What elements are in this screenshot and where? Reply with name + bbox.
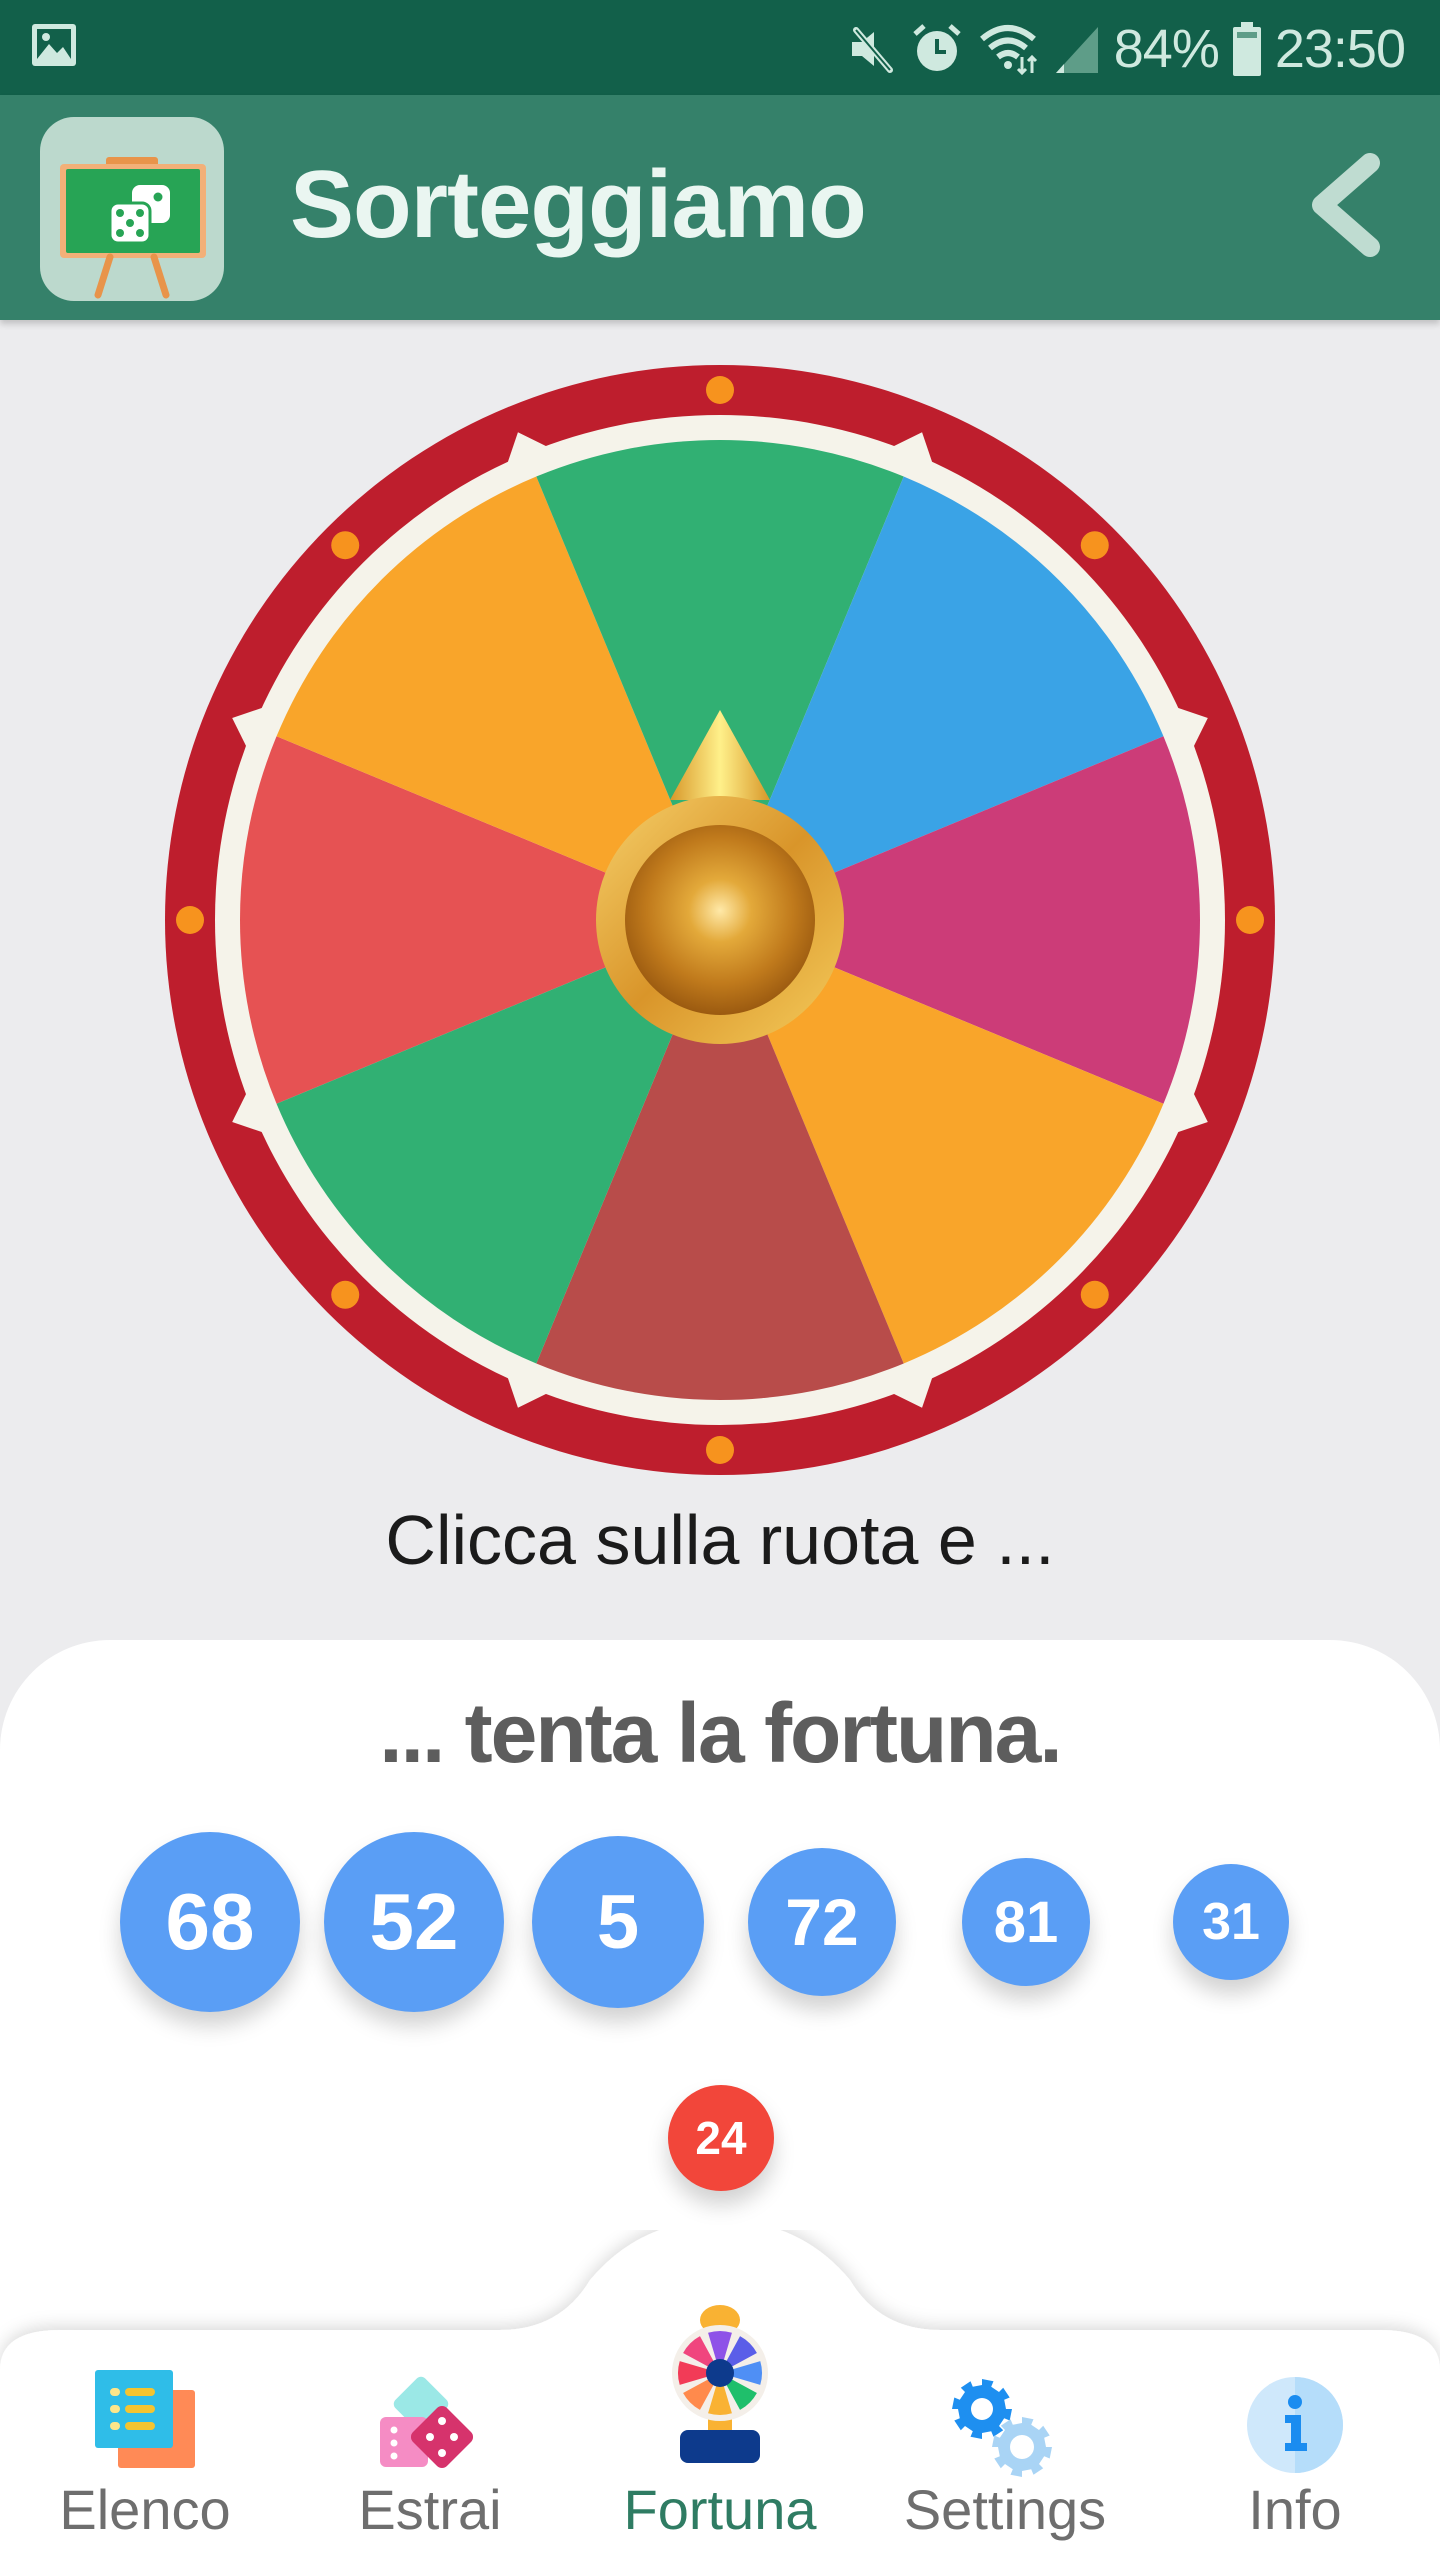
battery-percent: 84%	[1113, 19, 1220, 79]
result-card-title: ... tenta la fortuna.	[379, 1686, 1062, 1780]
image-icon	[32, 24, 76, 66]
fortune-wheel-icon	[672, 2305, 768, 2463]
drawn-number-ball: 31	[1173, 1864, 1289, 1980]
wheel-light	[1080, 1280, 1109, 1309]
hub-center	[625, 825, 815, 1015]
nav-item-estrai[interactable]: Estrai	[305, 2230, 555, 2560]
nav-label: Settings	[903, 2478, 1107, 2541]
nav-label: Estrai	[358, 2478, 502, 2541]
gear-hole	[971, 2398, 993, 2420]
signal-icon	[1055, 27, 1098, 73]
status-bar: 84% 23:50	[0, 0, 1440, 95]
nav-item-settings[interactable]: Settings	[880, 2230, 1130, 2560]
chalkboard-dice-icon	[60, 157, 206, 299]
gear-hole	[1010, 2435, 1034, 2459]
status-left	[30, 22, 78, 73]
clock: 23:50	[1274, 19, 1406, 79]
dice-icon	[380, 2376, 474, 2469]
nav-item-fortuna[interactable]: Fortuna	[595, 2230, 845, 2560]
wheel-light	[176, 906, 204, 934]
app-bar: Sorteggiamo	[0, 95, 1440, 320]
app-icon	[40, 117, 224, 301]
nav-label: Elenco	[59, 2478, 231, 2541]
wheel-prompt: Clicca sulla ruota e ...	[385, 1501, 1055, 1579]
battery-icon	[1232, 22, 1261, 76]
wheel-light	[706, 376, 734, 404]
wheel-light	[1236, 906, 1264, 934]
wheel-light	[331, 1280, 360, 1309]
wheel-light	[331, 531, 360, 560]
wheel-graphic	[165, 365, 1275, 1475]
wifi-icon	[979, 25, 1037, 75]
nav-label: Info	[1248, 2478, 1342, 2541]
nav-item-elenco[interactable]: Elenco	[20, 2230, 270, 2560]
drawn-number-ball: 72	[748, 1848, 896, 1996]
drawn-number-ball: 81	[962, 1858, 1090, 1986]
alarm-icon	[913, 24, 961, 71]
nav-label: Fortuna	[623, 2478, 817, 2541]
wheel-light	[706, 1436, 734, 1464]
drawn-number-ball: 5	[532, 1836, 704, 2008]
list-icon	[95, 2370, 195, 2468]
drawn-number-ball: 68	[120, 1832, 300, 2012]
latest-number-ball: 24	[668, 2085, 774, 2191]
fortune-wheel[interactable]	[160, 355, 1280, 1475]
app-title: Sorteggiamo	[290, 151, 867, 258]
gears-icon	[952, 2379, 1052, 2477]
mute-icon	[851, 27, 893, 73]
bottom-nav: Elenco Estrai Fortuna Settings Info	[0, 2230, 1440, 2560]
back-button[interactable]	[1290, 145, 1400, 265]
nav-item-info[interactable]: Info	[1170, 2230, 1420, 2560]
drawn-number-ball: 52	[324, 1832, 504, 2012]
wheel-light	[1080, 531, 1109, 560]
info-icon	[1247, 2377, 1343, 2473]
chevron-left-icon	[1312, 153, 1380, 257]
status-right: 84% 23:50	[848, 14, 1406, 84]
